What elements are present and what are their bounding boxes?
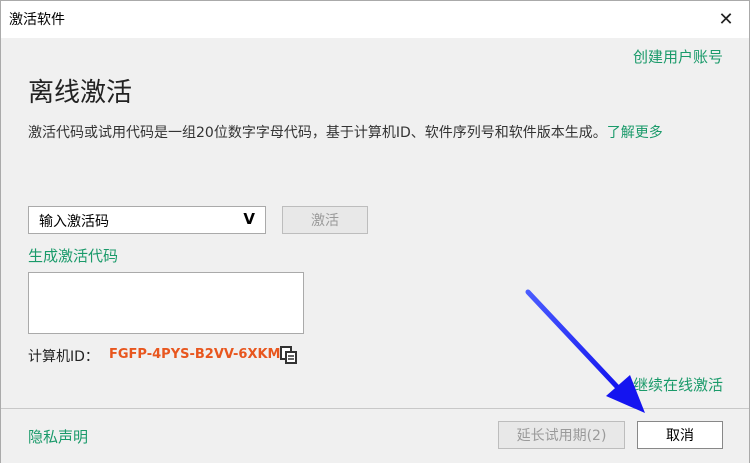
description-text: 激活代码或试用代码是一组20位数字字母代码，基于计算机ID、软件序列号和软件版本… [28,125,607,141]
cancel-button[interactable]: 取消 [637,421,723,449]
description: 激活代码或试用代码是一组20位数字字母代码，基于计算机ID、软件序列号和软件版本… [28,122,728,144]
continue-online-activation-link[interactable]: 继续在线激活 [633,374,723,395]
window-title: 激活软件 [9,12,65,28]
dialog-content: 创建用户账号 离线激活 激活代码或试用代码是一组20位数字字母代码，基于计算机I… [1,38,749,408]
privacy-statement-link[interactable]: 隐私声明 [28,426,88,447]
copy-icon[interactable] [279,345,299,365]
activation-code-textarea[interactable] [28,272,304,334]
create-account-link[interactable]: 创建用户账号 [633,46,723,67]
dialog-footer: 隐私声明 延长试用期(2) 取消 [1,408,749,463]
chevron-down-icon: V [243,210,255,228]
activation-code-select[interactable]: 输入激活码 V [28,206,266,234]
page-title: 离线激活 [28,78,133,108]
learn-more-link[interactable]: 了解更多 [607,125,663,141]
machine-id-label: 计算机ID： [28,349,99,365]
activate-button[interactable]: 激活 [282,206,368,234]
machine-id-value: FGFP-4PYS-B2VV-6XKM [109,347,281,362]
select-value: 输入激活码 [39,214,109,230]
title-bar: 激活软件 ✕ [1,1,749,38]
extend-trial-button[interactable]: 延长试用期(2) [498,421,625,449]
activation-dialog: 激活软件 ✕ 创建用户账号 离线激活 激活代码或试用代码是一组20位数字字母代码… [0,0,750,463]
generate-activation-code-link[interactable]: 生成激活代码 [28,245,118,266]
close-icon[interactable]: ✕ [703,1,749,38]
